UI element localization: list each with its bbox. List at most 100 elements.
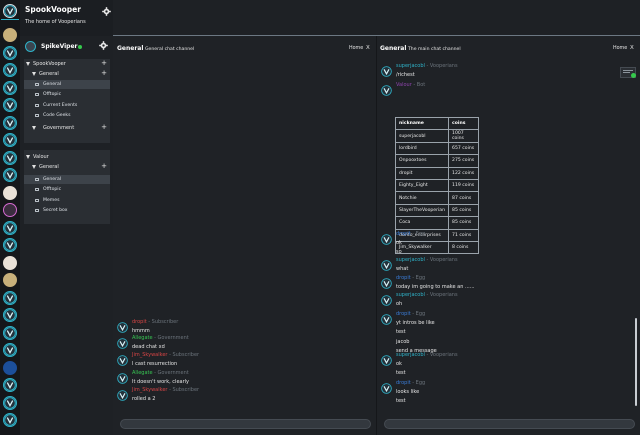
server-icon[interactable]: [3, 326, 17, 340]
message-author[interactable]: Allegate: [132, 370, 153, 376]
channel-icon: [35, 82, 39, 86]
server-icon[interactable]: [3, 273, 17, 287]
server-icon[interactable]: [3, 361, 17, 375]
message-author[interactable]: Jim_Skywalker: [132, 352, 167, 358]
message-author[interactable]: superjacobl: [396, 292, 425, 298]
server-icon[interactable]: [3, 238, 17, 252]
message-text: today im going to make an ......: [396, 284, 475, 290]
server-icon[interactable]: [3, 81, 17, 95]
channel-item[interactable]: Secret box: [24, 207, 110, 216]
message-author[interactable]: Valour: [396, 82, 412, 88]
message-author[interactable]: dropit: [396, 275, 411, 281]
user-avatar-icon[interactable]: [381, 383, 392, 394]
valour-logo-icon: [4, 222, 16, 234]
category-general[interactable]: General +: [24, 162, 110, 171]
add-channel-icon[interactable]: +: [101, 123, 107, 131]
message-author[interactable]: dropit: [396, 231, 411, 237]
message-input[interactable]: [384, 419, 635, 429]
channel-item[interactable]: Offtopic: [24, 186, 110, 195]
message-header: superjacobl - Vooperians: [396, 352, 458, 358]
channel-item[interactable]: General: [24, 175, 110, 184]
category-government[interactable]: Government +: [24, 123, 110, 132]
channel-topic: The main chat channel: [408, 47, 461, 52]
close-panel-button[interactable]: X: [366, 45, 370, 51]
server-icon[interactable]: [3, 98, 17, 112]
user-avatar-icon[interactable]: [117, 322, 128, 333]
user-avatar-icon[interactable]: [117, 355, 128, 366]
channel-item[interactable]: Memes: [24, 196, 110, 205]
server-valour[interactable]: Valour: [24, 152, 110, 161]
channel-item[interactable]: General: [24, 80, 110, 89]
server-icon[interactable]: [3, 308, 17, 322]
message-text: rolled a 2: [132, 396, 156, 402]
server-icon[interactable]: [3, 291, 17, 305]
avatar[interactable]: [25, 41, 36, 52]
message-author[interactable]: dropit: [396, 380, 411, 386]
server-icon[interactable]: [3, 396, 17, 410]
home-button[interactable]: Home: [349, 46, 363, 51]
server-icon[interactable]: [3, 378, 17, 392]
channel-item[interactable]: Code Geeks: [24, 112, 110, 121]
user-avatar-icon[interactable]: [381, 85, 392, 96]
table-row: lordbird 657 coins: [394, 141, 480, 156]
gear-icon[interactable]: [102, 7, 111, 16]
user-avatar-icon[interactable]: [381, 66, 392, 77]
server-icon[interactable]: [3, 413, 17, 427]
server-icon[interactable]: [3, 133, 17, 147]
home-button[interactable]: Home: [613, 46, 627, 51]
user-avatar-icon[interactable]: [381, 278, 392, 289]
category-general[interactable]: General +: [24, 69, 110, 78]
close-panel-button[interactable]: X: [630, 45, 634, 51]
user-avatar-icon[interactable]: [117, 373, 128, 384]
settings-gear-icon[interactable]: [99, 41, 108, 50]
user-avatar-icon[interactable]: [381, 234, 392, 245]
message-author[interactable]: dropit: [132, 319, 147, 325]
server-icon[interactable]: [3, 343, 17, 357]
channel-item[interactable]: Current Events: [24, 101, 110, 110]
chevron-down-icon[interactable]: [26, 62, 30, 66]
server-spookvooper[interactable]: SpookVooper +: [24, 59, 110, 68]
user-name: SpikeViper: [41, 43, 78, 50]
add-channel-icon[interactable]: +: [101, 162, 107, 170]
scrollbar[interactable]: [635, 318, 637, 406]
message-role: - Vooperians: [424, 352, 458, 358]
server-icon[interactable]: [3, 4, 17, 18]
user-avatar-icon[interactable]: [381, 355, 392, 366]
user-avatar-icon[interactable]: [381, 260, 392, 271]
chevron-down-icon[interactable]: [32, 126, 36, 130]
user-avatar-icon[interactable]: [117, 390, 128, 401]
valour-logo-icon: [4, 327, 16, 339]
server-icon[interactable]: [3, 221, 17, 235]
user-avatar-icon[interactable]: [117, 338, 128, 349]
message-header: dropit - Egg: [396, 380, 425, 386]
server-icon[interactable]: [3, 151, 17, 165]
user-avatar-icon[interactable]: [381, 295, 392, 306]
table-cell: 1007 coins: [448, 129, 480, 143]
server-icon[interactable]: [3, 28, 17, 42]
message-input[interactable]: [120, 419, 371, 429]
table-cell: Coca: [394, 216, 450, 230]
user-avatar-icon[interactable]: [381, 314, 392, 325]
message-header: superjacobl - Vooperians: [396, 292, 458, 298]
message-author[interactable]: Allegate: [132, 335, 153, 341]
chevron-down-icon[interactable]: [26, 155, 30, 159]
mini-window[interactable]: [620, 67, 636, 78]
message-text: I cast resurrection: [132, 361, 178, 367]
channel-item[interactable]: Offtopic: [24, 91, 110, 100]
add-channel-icon[interactable]: +: [101, 59, 107, 67]
server-icon[interactable]: [3, 168, 17, 182]
server-icon[interactable]: [3, 116, 17, 130]
message-author[interactable]: dropit: [396, 311, 411, 317]
server-icon[interactable]: [3, 63, 17, 77]
server-icon[interactable]: [3, 46, 17, 60]
add-channel-icon[interactable]: +: [101, 69, 107, 77]
server-icon[interactable]: [3, 186, 17, 200]
message-author[interactable]: superjacobl: [396, 257, 425, 263]
message-author[interactable]: Jim_Skywalker: [132, 387, 167, 393]
chevron-down-icon[interactable]: [32, 165, 36, 169]
server-icon[interactable]: [3, 256, 17, 270]
server-icon[interactable]: [3, 203, 17, 217]
message-author[interactable]: superjacobl: [396, 352, 425, 358]
chevron-down-icon[interactable]: [32, 72, 36, 76]
message-author[interactable]: superjacobl: [396, 63, 425, 69]
